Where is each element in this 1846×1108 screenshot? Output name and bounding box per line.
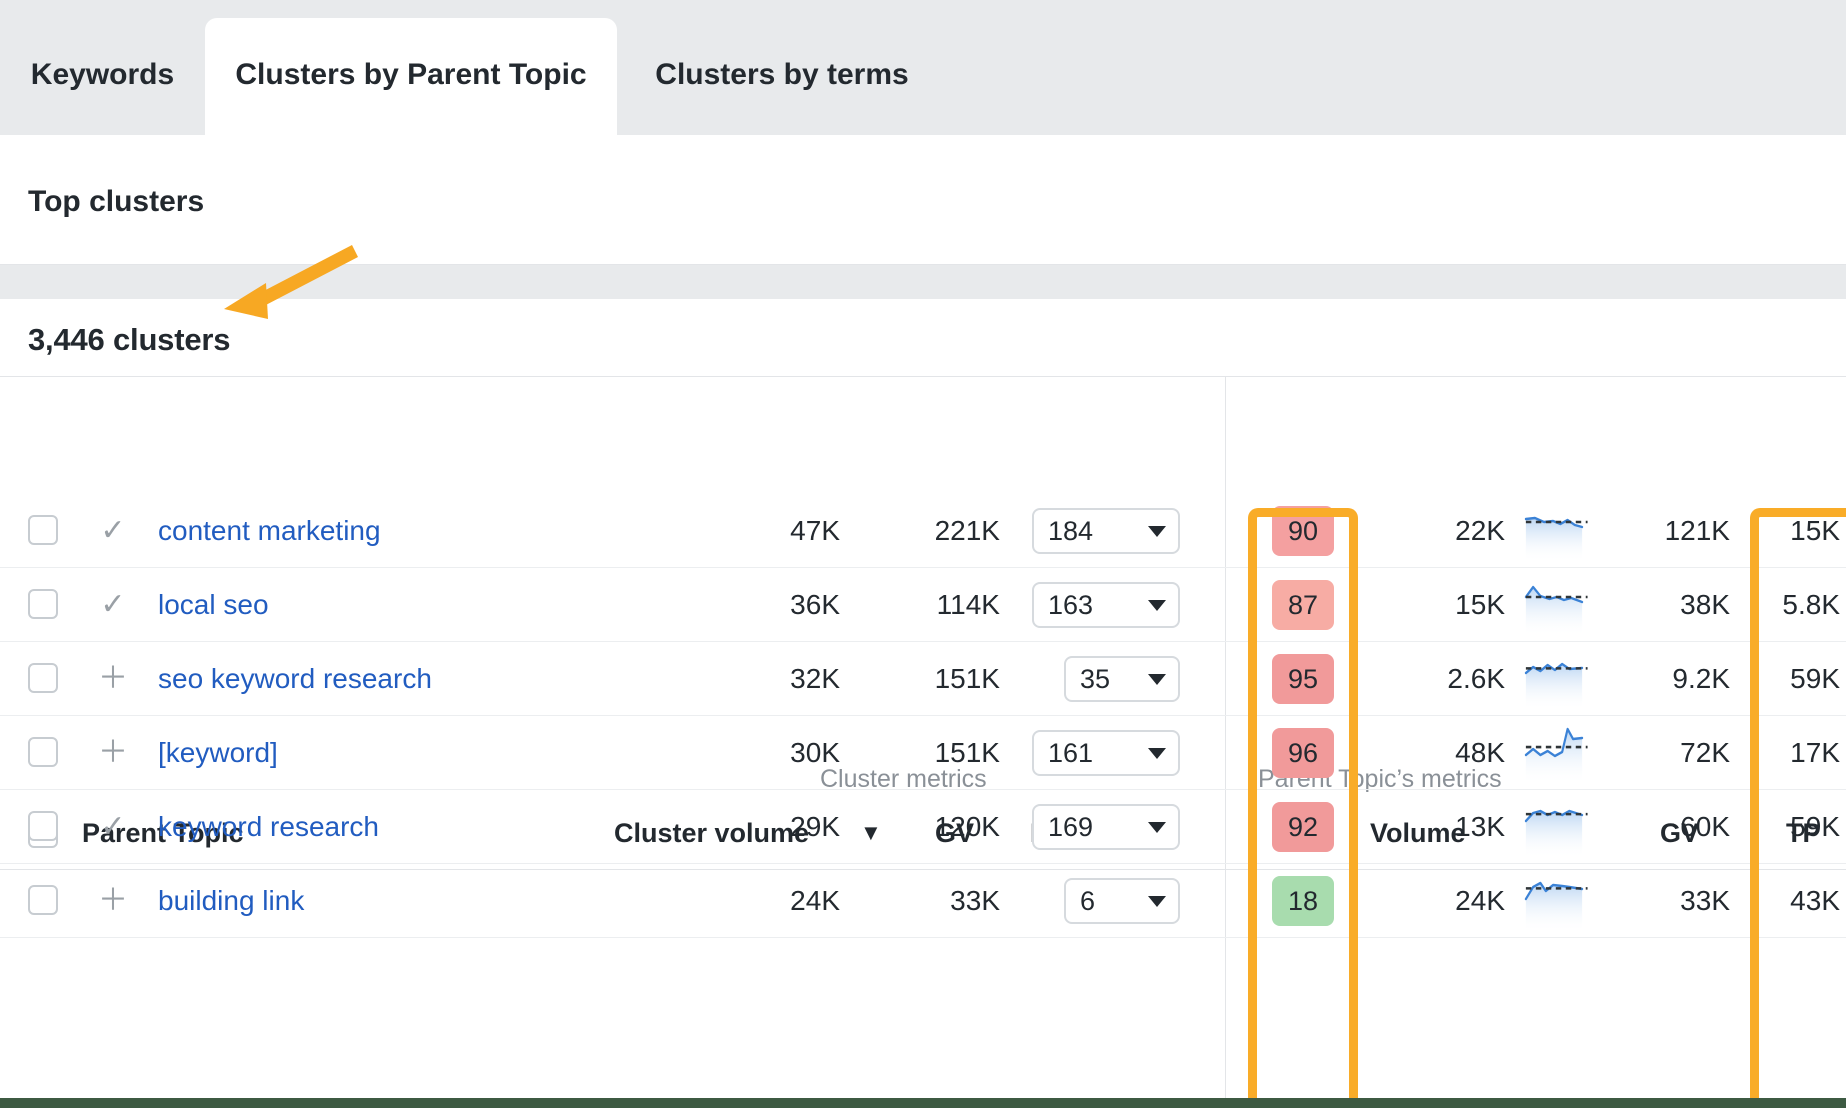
row-cluster-volume: 47K <box>690 494 840 567</box>
row-select-checkbox[interactable] <box>28 885 58 915</box>
row-parent-topic-link[interactable]: local seo <box>158 568 269 641</box>
row-volume-sparkline <box>1515 725 1593 783</box>
row-plus-icon[interactable]: ＋ <box>96 864 130 937</box>
clusters-table: Cluster metrics Parent Topic’s metrics P… <box>0 376 1846 1098</box>
row-keywords-dropdown[interactable]: 169 <box>1032 804 1180 850</box>
row-keywords-count: 6 <box>1080 888 1095 915</box>
tab-keywords[interactable]: Keywords <box>0 18 205 135</box>
row-cluster-volume: 36K <box>690 568 840 641</box>
top-clusters-title: Top clusters <box>28 185 204 219</box>
row-parent-gv: 38K <box>1600 568 1730 641</box>
row-keywords-count: 169 <box>1048 814 1093 841</box>
row-keywords-count: 35 <box>1080 666 1110 693</box>
table-row[interactable]: ＋ seo keyword research 32K151K 35 95 2.6K 9.2K… <box>0 642 1846 716</box>
row-volume-sparkline <box>1515 577 1593 635</box>
row-volume-sparkline <box>1515 799 1593 857</box>
table-row[interactable]: ✓ keyword research 29K120K 169 92 13K 60K 59K <box>0 790 1846 864</box>
row-parent-topic-link[interactable]: [keyword] <box>158 716 278 789</box>
row-parent-gv: 9.2K <box>1600 642 1730 715</box>
row-keywords-dropdown[interactable]: 163 <box>1032 582 1180 628</box>
row-kd-badge: 96 <box>1272 728 1334 778</box>
chevron-down-icon <box>1148 526 1166 537</box>
row-volume: 2.6K <box>1375 642 1505 715</box>
row-select-checkbox[interactable] <box>28 663 58 693</box>
row-tp: 15K <box>1756 494 1840 567</box>
row-cluster-gv: 114K <box>850 568 1000 641</box>
row-keywords-dropdown[interactable]: 6 <box>1064 878 1180 924</box>
row-keywords-dropdown[interactable]: 35 <box>1064 656 1180 702</box>
row-volume-sparkline <box>1515 503 1593 561</box>
chevron-down-icon <box>1148 674 1166 685</box>
chevron-down-icon <box>1148 748 1166 759</box>
table-row[interactable]: ✓ content marketing 47K221K 184 90 22K 121K 15K <box>0 494 1846 568</box>
row-volume-sparkline <box>1515 873 1593 931</box>
row-check-icon[interactable]: ✓ <box>96 568 130 641</box>
row-volume: 22K <box>1375 494 1505 567</box>
row-select-checkbox[interactable] <box>28 515 58 545</box>
row-check-icon[interactable]: ✓ <box>96 494 130 567</box>
row-tp: 59K <box>1756 790 1840 863</box>
cluster-count-label: 3,446 clusters <box>28 322 230 358</box>
row-cluster-volume: 32K <box>690 642 840 715</box>
table-row[interactable]: ＋ [keyword] 30K151K 161 96 48K 72K 17K <box>0 716 1846 790</box>
row-plus-icon[interactable]: ＋ <box>96 716 130 789</box>
row-tp: 5.8K <box>1756 568 1840 641</box>
row-parent-gv: 60K <box>1600 790 1730 863</box>
row-cluster-gv: 151K <box>850 642 1000 715</box>
tab-clusters-by-terms[interactable]: Clusters by terms <box>617 18 947 135</box>
chevron-down-icon <box>1148 600 1166 611</box>
cluster-count-row: 3,446 clusters <box>0 299 1846 376</box>
row-cluster-volume: 29K <box>690 790 840 863</box>
chevron-down-icon <box>1148 822 1166 833</box>
row-keywords-count: 161 <box>1048 740 1093 767</box>
row-volume: 13K <box>1375 790 1505 863</box>
row-kd-badge: 18 <box>1272 876 1334 926</box>
row-tp: 59K <box>1756 642 1840 715</box>
row-parent-gv: 33K <box>1600 864 1730 937</box>
row-parent-gv: 121K <box>1600 494 1730 567</box>
row-check-icon[interactable]: ✓ <box>96 790 130 863</box>
row-kd-badge: 95 <box>1272 654 1334 704</box>
table-row[interactable]: ＋building link24K33K61824K33K43K <box>0 864 1846 938</box>
row-select-checkbox[interactable] <box>28 811 58 841</box>
row-parent-topic-link[interactable]: keyword research <box>158 790 379 863</box>
tab-clusters-by-parent-topic[interactable]: Clusters by Parent Topic <box>205 18 617 135</box>
row-select-checkbox[interactable] <box>28 589 58 619</box>
section-separator-band <box>0 265 1846 299</box>
row-cluster-volume: 30K <box>690 716 840 789</box>
row-parent-topic-link[interactable]: seo keyword research <box>158 642 432 715</box>
row-keywords-count: 184 <box>1048 518 1093 545</box>
row-kd-badge: 90 <box>1272 506 1334 556</box>
chevron-down-icon <box>1148 896 1166 907</box>
row-volume-sparkline <box>1515 651 1593 709</box>
tab-bar: Keywords Clusters by Parent Topic Cluste… <box>0 0 1846 135</box>
row-plus-icon[interactable]: ＋ <box>96 642 130 715</box>
row-tp: 17K <box>1756 716 1840 789</box>
row-volume: 24K <box>1375 864 1505 937</box>
row-keywords-dropdown[interactable]: 184 <box>1032 508 1180 554</box>
top-clusters-section: Top clusters <box>0 135 1846 265</box>
row-tp: 43K <box>1756 864 1840 937</box>
bottom-accent-bar <box>0 1098 1846 1108</box>
row-parent-topic-link[interactable]: building link <box>158 864 304 937</box>
row-volume: 15K <box>1375 568 1505 641</box>
row-parent-topic-link[interactable]: content marketing <box>158 494 381 567</box>
clusters-by-parent-topic-screen: Keywords Clusters by Parent Topic Cluste… <box>0 0 1846 1108</box>
row-cluster-gv: 151K <box>850 716 1000 789</box>
row-parent-gv: 72K <box>1600 716 1730 789</box>
row-keywords-dropdown[interactable]: 161 <box>1032 730 1180 776</box>
row-cluster-gv: 33K <box>850 864 1000 937</box>
row-kd-badge: 87 <box>1272 580 1334 630</box>
table-row[interactable]: ✓ local seo 36K114K 163 87 15K 38K 5.8K <box>0 568 1846 642</box>
row-cluster-gv: 221K <box>850 494 1000 567</box>
row-select-checkbox[interactable] <box>28 737 58 767</box>
row-keywords-count: 163 <box>1048 592 1093 619</box>
row-cluster-volume: 24K <box>690 864 840 937</box>
row-kd-badge: 92 <box>1272 802 1334 852</box>
row-volume: 48K <box>1375 716 1505 789</box>
row-cluster-gv: 120K <box>850 790 1000 863</box>
